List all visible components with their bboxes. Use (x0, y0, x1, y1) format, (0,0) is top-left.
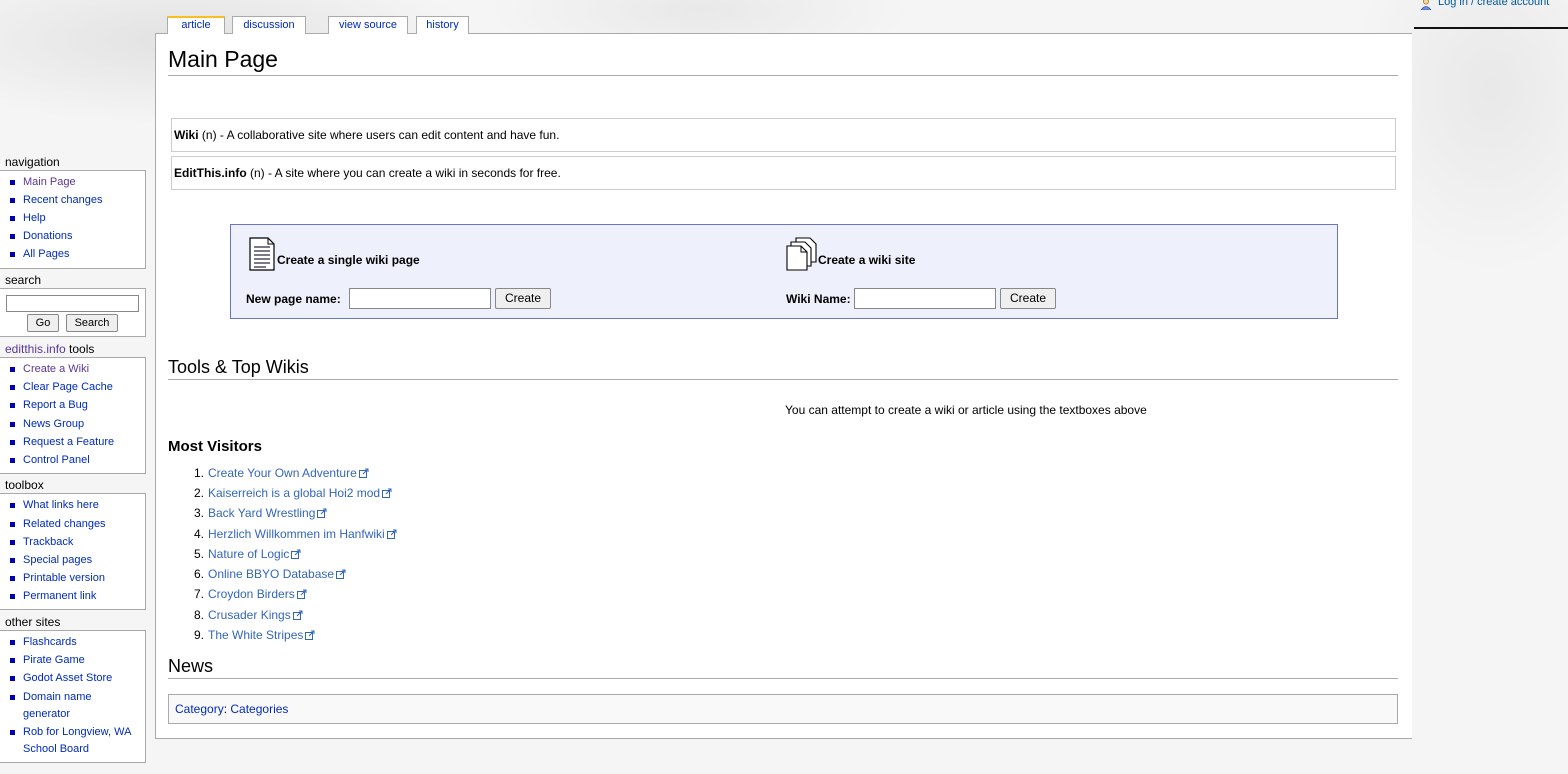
create-site-button[interactable]: Create (1000, 288, 1056, 309)
list-item: 8. Crusader Kings (184, 608, 303, 628)
sidebar-item-create-wiki[interactable]: Create a Wiki (10, 361, 138, 378)
sidebar-item-all-pages[interactable]: All Pages (10, 246, 138, 263)
list-item: 4. Herzlich Willkommen im Hanfwiki (184, 527, 397, 547)
login-link[interactable]: Log in / create account (1438, 0, 1549, 8)
category-label-link[interactable]: Category (175, 702, 224, 716)
toolbox-portlet: What links here Related changes Trackbac… (0, 493, 146, 610)
go-button[interactable]: Go (27, 314, 59, 332)
list-item: 1. Create Your Own Adventure (184, 466, 369, 486)
editthis-link[interactable]: editthis.info (5, 342, 66, 356)
wiki-link[interactable]: Herzlich Willkommen im Hanfwiki (208, 527, 385, 541)
search-input[interactable] (6, 295, 139, 312)
sidebar-item-permanent-link[interactable]: Permanent link (10, 588, 138, 605)
create-page-button[interactable]: Create (495, 288, 551, 309)
create-page-title: Create a single wiki page (277, 253, 420, 267)
definition-text: (n) - A site where you can create a wiki… (246, 166, 561, 180)
list-item: 9. The White Stripes (184, 628, 315, 648)
definition-editthis: EditThis.info (n) - A site where you can… (171, 156, 1396, 190)
search-button[interactable]: Search (66, 314, 118, 332)
sidebar-item-rob-for-longview[interactable]: Rob for Longview, WA School Board (10, 724, 138, 758)
wiki-name-input[interactable] (854, 288, 996, 309)
definition-text: (n) - A collaborative site where users c… (198, 128, 560, 142)
most-visitors-heading: Most Visitors (168, 438, 262, 455)
tab-view-source[interactable]: view source (328, 16, 408, 34)
tools-portlet-heading: editthis.info tools (5, 342, 95, 356)
external-link-icon (386, 529, 397, 539)
documents-icon (786, 237, 817, 271)
list-item: 5. Nature of Logic (184, 547, 301, 567)
list-item: 2. Kaiserreich is a global Hoi2 mod (184, 486, 392, 506)
sidebar-item-control-panel[interactable]: Control Panel (10, 452, 138, 469)
tab-article[interactable]: article (167, 16, 225, 34)
category-link[interactable]: Categories (230, 702, 288, 716)
sidebar-item-help[interactable]: Help (10, 210, 138, 227)
definition-term: Wiki (174, 128, 199, 142)
list-item: 6. Online BBYO Database (184, 567, 346, 587)
create-site-title: Create a wiki site (818, 253, 916, 267)
sidebar-item-domain-name-generator[interactable]: Domain name generator (10, 689, 138, 723)
external-link-icon (382, 488, 392, 498)
wiki-link[interactable]: Nature of Logic (208, 547, 289, 561)
sidebar-item-news-group[interactable]: News Group (10, 416, 138, 433)
sidebar-item-trackback[interactable]: Trackback (10, 534, 138, 551)
sidebar-item-donations[interactable]: Donations (10, 228, 138, 245)
sidebar-item-related-changes[interactable]: Related changes (10, 516, 138, 533)
wiki-name-label: Wiki Name: (786, 292, 851, 306)
toolbox-heading: toolbox (5, 478, 44, 492)
definition-wiki: Wiki (n) - A collaborative site where us… (171, 118, 1396, 152)
external-link-icon (292, 610, 303, 620)
external-link-icon (305, 630, 315, 640)
navigation-portlet: Main Page Recent changes Help Donations … (0, 170, 146, 269)
external-link-icon (358, 468, 369, 478)
other-sites-heading: other sites (5, 615, 61, 629)
definition-term: EditThis.info (174, 166, 247, 180)
sidebar-item-godot-asset-store[interactable]: Godot Asset Store (10, 670, 138, 687)
page-title: Main Page (168, 46, 1398, 76)
tab-history[interactable]: history (416, 16, 469, 34)
new-page-name-label: New page name: (246, 292, 341, 306)
search-portlet: Go Search (0, 288, 146, 337)
category-links: Category: Categories (168, 694, 1398, 724)
news-heading: News (168, 655, 1398, 679)
wiki-link[interactable]: Croydon Birders (208, 587, 295, 601)
search-heading: search (5, 273, 42, 287)
external-link-icon (317, 508, 327, 518)
tools-portlet: Create a Wiki Clear Page Cache Report a … (0, 357, 146, 474)
sidebar-item-main-page[interactable]: Main Page (10, 174, 138, 191)
sidebar-item-special-pages[interactable]: Special pages (10, 552, 138, 569)
sidebar-item-flashcards[interactable]: Flashcards (10, 634, 138, 651)
sidebar-item-recent-changes[interactable]: Recent changes (10, 192, 138, 209)
other-sites-portlet: Flashcards Pirate Game Godot Asset Store… (0, 630, 146, 763)
wiki-link[interactable]: Online BBYO Database (208, 567, 334, 581)
wiki-link[interactable]: Create Your Own Adventure (208, 466, 357, 480)
create-panel: Create a single wiki page New page name:… (230, 224, 1338, 319)
sidebar-item-printable-version[interactable]: Printable version (10, 570, 138, 587)
new-page-name-input[interactable] (349, 288, 491, 309)
tools-heading: Tools & Top Wikis (168, 356, 1398, 380)
external-link-icon (291, 549, 301, 559)
personal-tools: Log in / create account (1414, 0, 1568, 29)
sidebar-item-report-bug[interactable]: Report a Bug (10, 397, 138, 414)
user-icon (1420, 0, 1432, 10)
wiki-link[interactable]: Crusader Kings (208, 608, 291, 622)
content-area: Main Page Wiki (n) - A collaborative sit… (155, 33, 1412, 739)
sidebar-item-clear-cache[interactable]: Clear Page Cache (10, 379, 138, 396)
tab-discussion[interactable]: discussion (232, 16, 306, 34)
sidebar-item-request-feature[interactable]: Request a Feature (10, 434, 138, 451)
sidebar-item-what-links-here[interactable]: What links here (10, 497, 138, 514)
list-item: 7. Croydon Birders (184, 587, 307, 607)
wiki-link[interactable]: Kaiserreich is a global Hoi2 mod (208, 486, 380, 500)
external-link-icon (296, 589, 307, 599)
document-icon (249, 237, 275, 271)
wiki-link[interactable]: The White Stripes (208, 628, 303, 642)
create-note: You can attempt to create a wiki or arti… (785, 403, 1147, 417)
list-item: 3. Back Yard Wrestling (184, 506, 327, 526)
sidebar-item-pirate-game[interactable]: Pirate Game (10, 652, 138, 669)
navigation-heading: navigation (5, 155, 60, 169)
wiki-link[interactable]: Back Yard Wrestling (208, 506, 315, 520)
external-link-icon (336, 569, 346, 579)
